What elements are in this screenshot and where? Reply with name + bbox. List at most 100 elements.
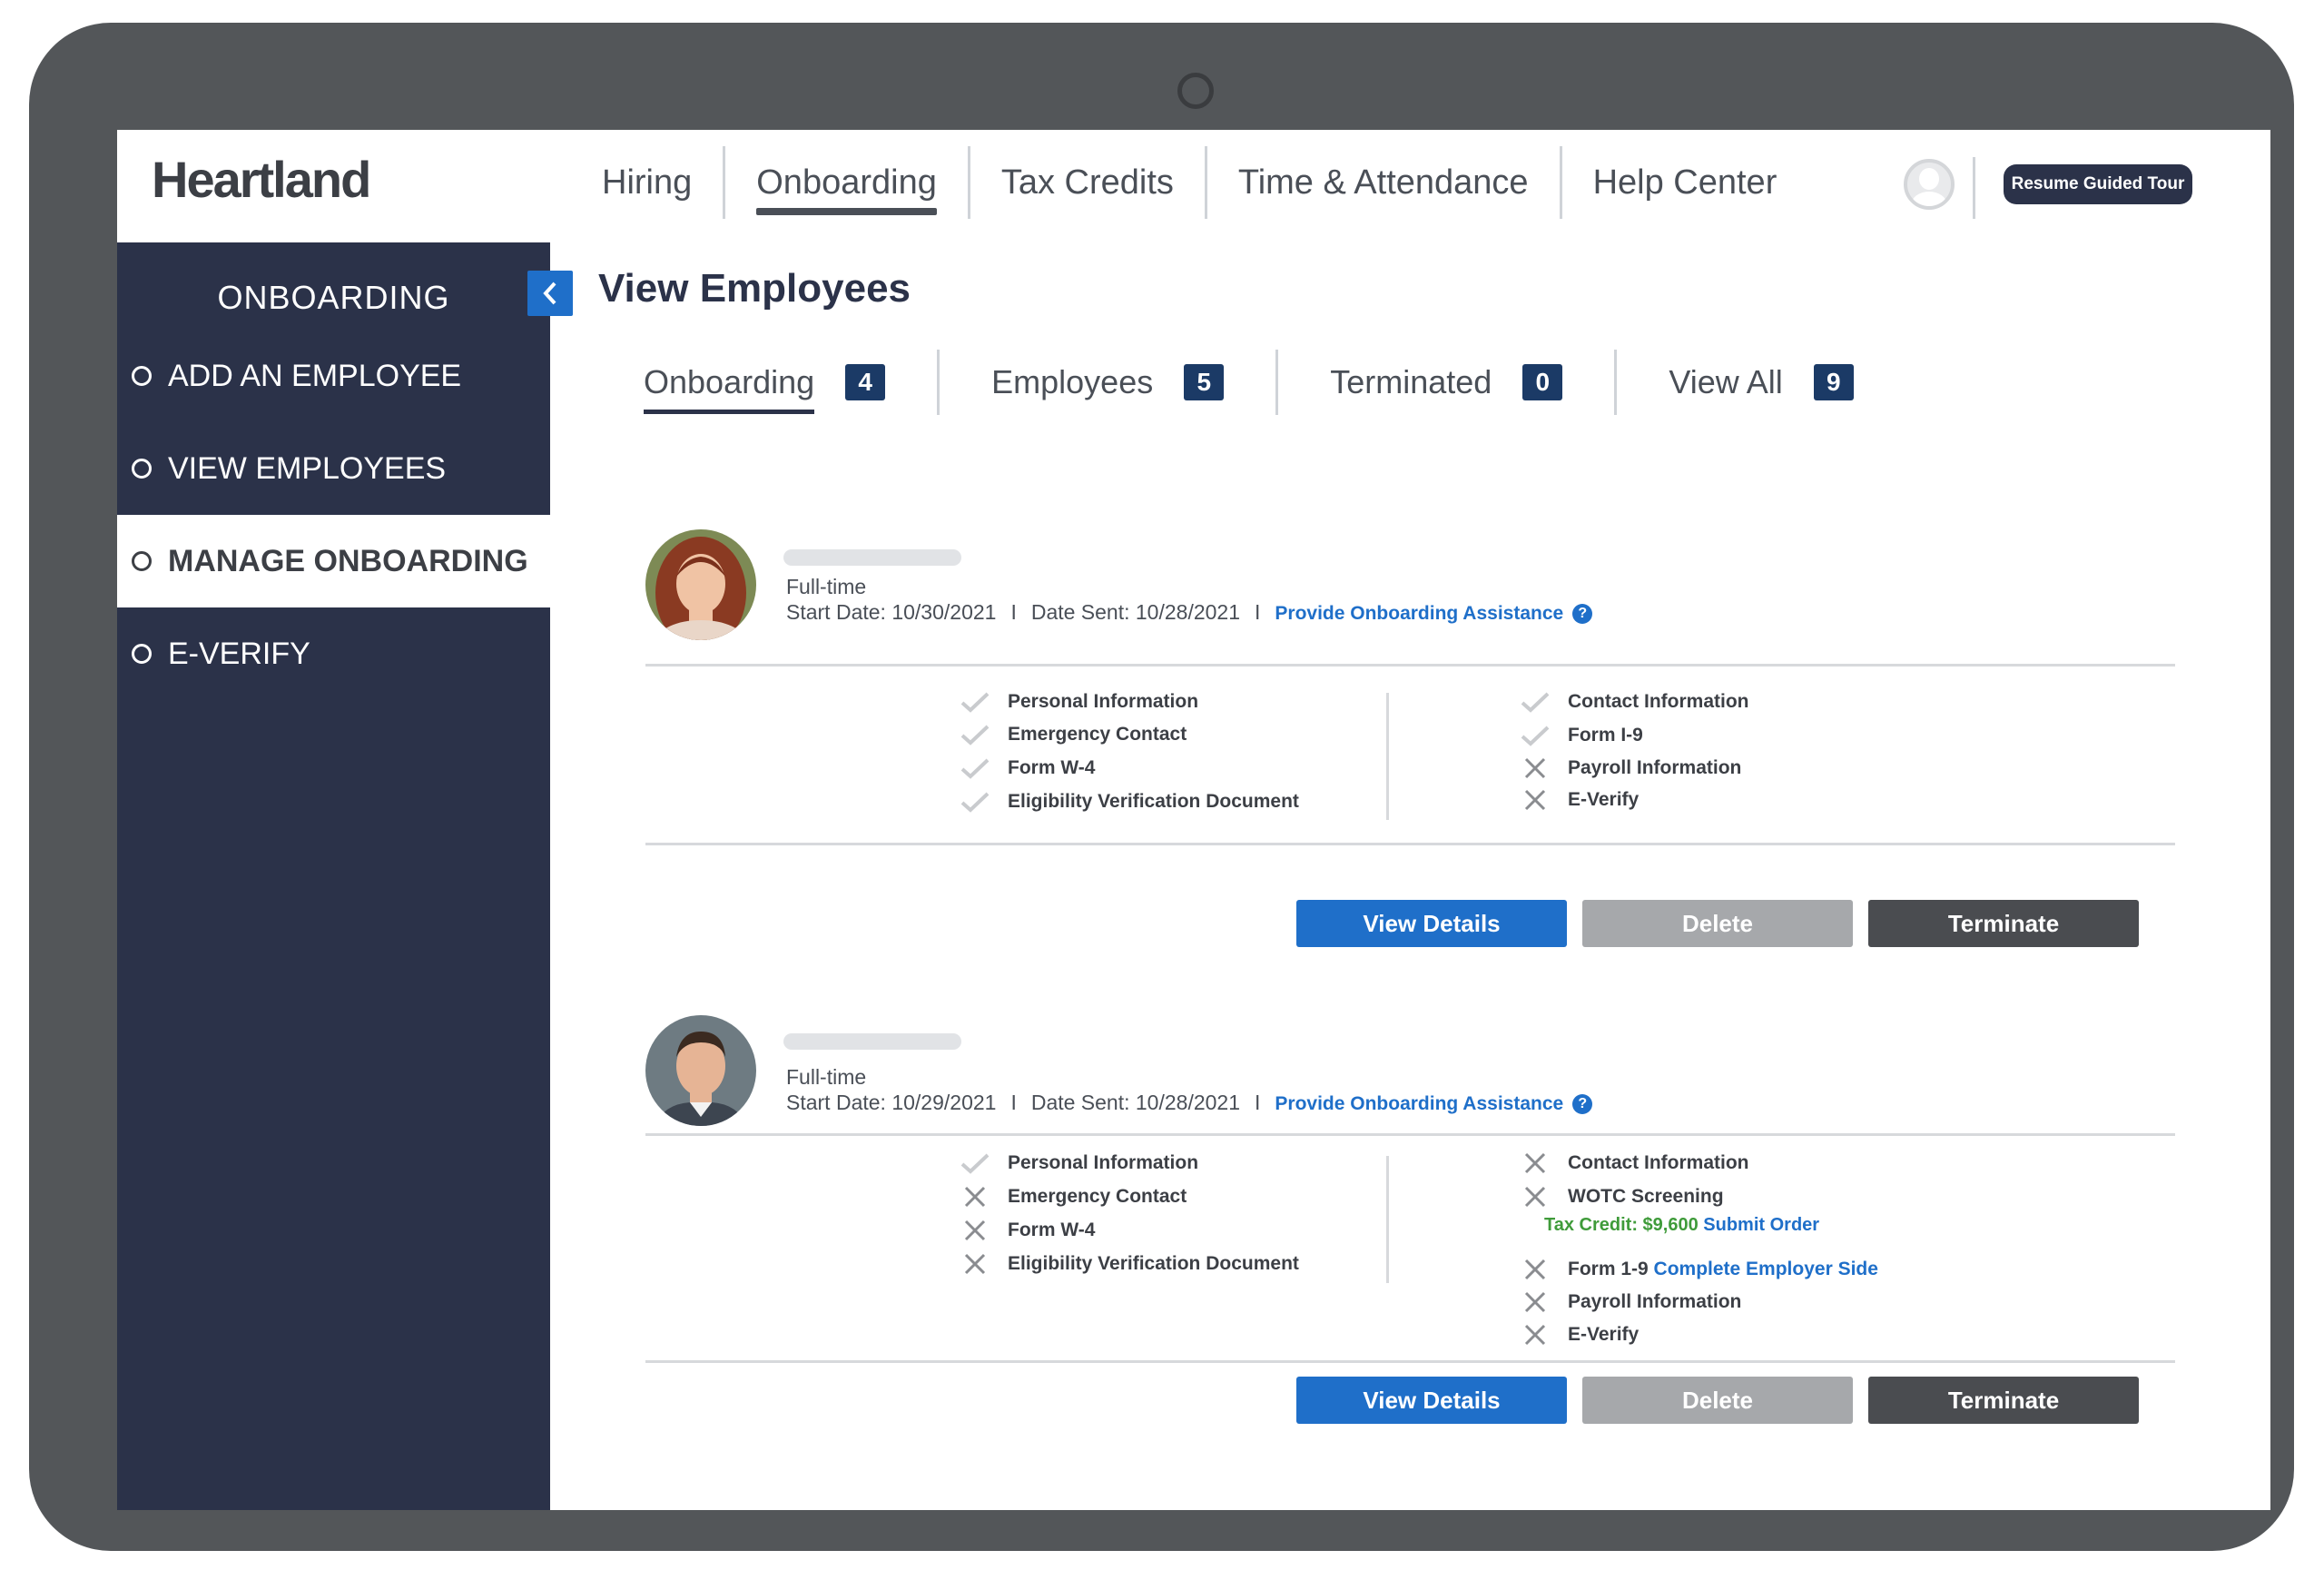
heartland-logo[interactable]: Heartland: [152, 150, 371, 209]
checklist-item: E-Verify: [1519, 786, 1639, 814]
chevron-left-icon: [543, 281, 556, 305]
tab-label: Onboarding: [644, 363, 815, 414]
main-nav: Hiring Onboarding Tax Credits Time & Att…: [571, 146, 1807, 219]
nav-item-tax-credits[interactable]: Tax Credits: [970, 146, 1207, 219]
nav-item-help-center[interactable]: Help Center: [1562, 146, 1808, 219]
sidebar-item-e-verify[interactable]: E-VERIFY: [117, 607, 550, 700]
provide-onboarding-assistance-link[interactable]: Provide Onboarding Assistance: [1275, 1093, 1563, 1114]
terminate-button[interactable]: Terminate: [1868, 1377, 2139, 1424]
date-sent: Date Sent: 10/28/2021: [1030, 600, 1241, 624]
separator: I: [1255, 1091, 1261, 1114]
divider: [645, 664, 2175, 667]
checklist-item: Emergency Contact: [959, 1183, 1187, 1210]
employee-dates: Start Date: 10/29/2021 I Date Sent: 10/28/…: [786, 1091, 1593, 1115]
employee-photo: [645, 529, 756, 640]
checklist-item: E-Verify: [1519, 1321, 1639, 1348]
sidebar-item-label: VIEW EMPLOYEES: [168, 450, 447, 486]
circle-icon: [132, 644, 152, 664]
column-divider: [1386, 1156, 1389, 1283]
x-icon: [959, 1183, 991, 1210]
checklist-item: Eligibility Verification Document: [959, 1250, 1299, 1278]
nav-item-onboarding[interactable]: Onboarding: [725, 146, 970, 219]
delete-button[interactable]: Delete: [1582, 900, 1853, 947]
divider: [1973, 157, 1975, 219]
checklist-item: Payroll Information: [1519, 755, 1741, 782]
separator: I: [1255, 600, 1261, 624]
submit-order-link[interactable]: Submit Order: [1703, 1215, 1819, 1235]
page-title: View Employees: [598, 266, 911, 311]
employee-photo: [645, 1015, 756, 1126]
tab-label: Employees: [991, 363, 1154, 400]
complete-employer-side-link[interactable]: Complete Employer Side: [1654, 1259, 1878, 1280]
date-sent: Date Sent: 10/28/2021: [1030, 1091, 1241, 1114]
tax-credit-amount: Tax Credit: $9,600: [1544, 1215, 1699, 1235]
nav-item-hiring[interactable]: Hiring: [571, 146, 726, 219]
employment-type: Full-time: [786, 1065, 867, 1089]
x-icon: [1519, 1256, 1551, 1283]
top-navigation-bar: Heartland Hiring Onboarding Tax Credits …: [117, 130, 2270, 242]
sidebar-item-manage-onboarding[interactable]: MANAGE ONBOARDING: [117, 515, 550, 607]
sidebar-item-label: ADD AN EMPLOYEE: [168, 358, 462, 393]
divider: [645, 843, 2175, 845]
tax-credit-line: Tax Credit: $9,600 Submit Order: [1544, 1215, 1819, 1236]
checklist-item: Payroll Information: [1519, 1289, 1741, 1316]
nav-item-time-attendance[interactable]: Time & Attendance: [1207, 146, 1562, 219]
tab-view-all[interactable]: View All 9: [1617, 350, 1905, 415]
separator: I: [1010, 600, 1017, 624]
sidebar-item-label: MANAGE ONBOARDING: [168, 543, 528, 578]
help-icon[interactable]: ?: [1572, 1093, 1593, 1114]
resume-guided-tour-button[interactable]: Resume Guided Tour: [2004, 164, 2192, 204]
sidebar-item-view-employees[interactable]: VIEW EMPLOYEES: [117, 422, 550, 515]
tab-label: View All: [1669, 363, 1783, 400]
device-frame: Heartland Hiring Onboarding Tax Credits …: [29, 23, 2294, 1551]
employee-dates: Start Date: 10/30/2021 I Date Sent: 10/28/…: [786, 600, 1593, 625]
tab-terminated[interactable]: Terminated 0: [1278, 350, 1618, 415]
checklist-item: WOTC Screening: [1519, 1183, 1724, 1210]
employee-name-placeholder: [783, 549, 961, 566]
sidebar-item-add-employee[interactable]: ADD AN EMPLOYEE: [117, 330, 550, 422]
camera-icon: [1177, 73, 1214, 109]
x-icon: [1519, 1183, 1551, 1210]
check-icon: [959, 755, 991, 782]
provide-onboarding-assistance-link[interactable]: Provide Onboarding Assistance: [1275, 603, 1563, 624]
sidebar-item-label: E-VERIFY: [168, 636, 310, 671]
x-icon: [959, 1217, 991, 1244]
checklist-item: Eligibility Verification Document: [959, 788, 1299, 815]
checklist-item: Form W-4: [959, 755, 1095, 782]
tab-employees[interactable]: Employees 5: [940, 350, 1279, 415]
view-details-button[interactable]: View Details: [1296, 1377, 1567, 1424]
terminate-button[interactable]: Terminate: [1868, 900, 2139, 947]
delete-button[interactable]: Delete: [1582, 1377, 1853, 1424]
checklist-item: Contact Information: [1519, 1150, 1749, 1177]
circle-icon: [132, 366, 152, 386]
user-avatar-icon[interactable]: [1904, 159, 1955, 210]
count-badge: 4: [845, 364, 886, 400]
x-icon: [1519, 786, 1551, 814]
check-icon: [959, 688, 991, 716]
count-badge: 0: [1522, 364, 1563, 400]
count-badge: 9: [1813, 364, 1854, 400]
sidebar-title: ONBOARDING: [217, 279, 450, 316]
check-icon: [959, 1150, 991, 1177]
checklist-item: Personal Information: [959, 688, 1198, 716]
x-icon: [1519, 755, 1551, 782]
divider: [645, 1360, 2175, 1363]
view-details-button[interactable]: View Details: [1296, 900, 1567, 947]
sidebar: ONBOARDING ADD AN EMPLOYEE VIEW EMPLOYEE…: [117, 242, 550, 1510]
check-icon: [959, 721, 991, 748]
employment-type: Full-time: [786, 575, 867, 598]
start-date: Start Date: 10/29/2021: [786, 1091, 997, 1114]
x-icon: [959, 1250, 991, 1278]
x-icon: [1519, 1289, 1551, 1316]
collapse-sidebar-button[interactable]: [527, 271, 573, 316]
checklist-item: Form 1-9 Complete Employer Side: [1519, 1256, 1878, 1283]
employee-name-placeholder: [783, 1033, 961, 1050]
check-icon: [1519, 722, 1551, 749]
checklist-item: Emergency Contact: [959, 721, 1187, 748]
help-icon[interactable]: ?: [1572, 603, 1593, 624]
circle-icon: [132, 459, 152, 479]
check-icon: [1519, 688, 1551, 716]
employee-tabs: Onboarding 4 Employees 5 Terminated 0 Vi…: [598, 350, 1905, 415]
tab-onboarding[interactable]: Onboarding 4: [598, 350, 940, 415]
count-badge: 5: [1184, 364, 1225, 400]
